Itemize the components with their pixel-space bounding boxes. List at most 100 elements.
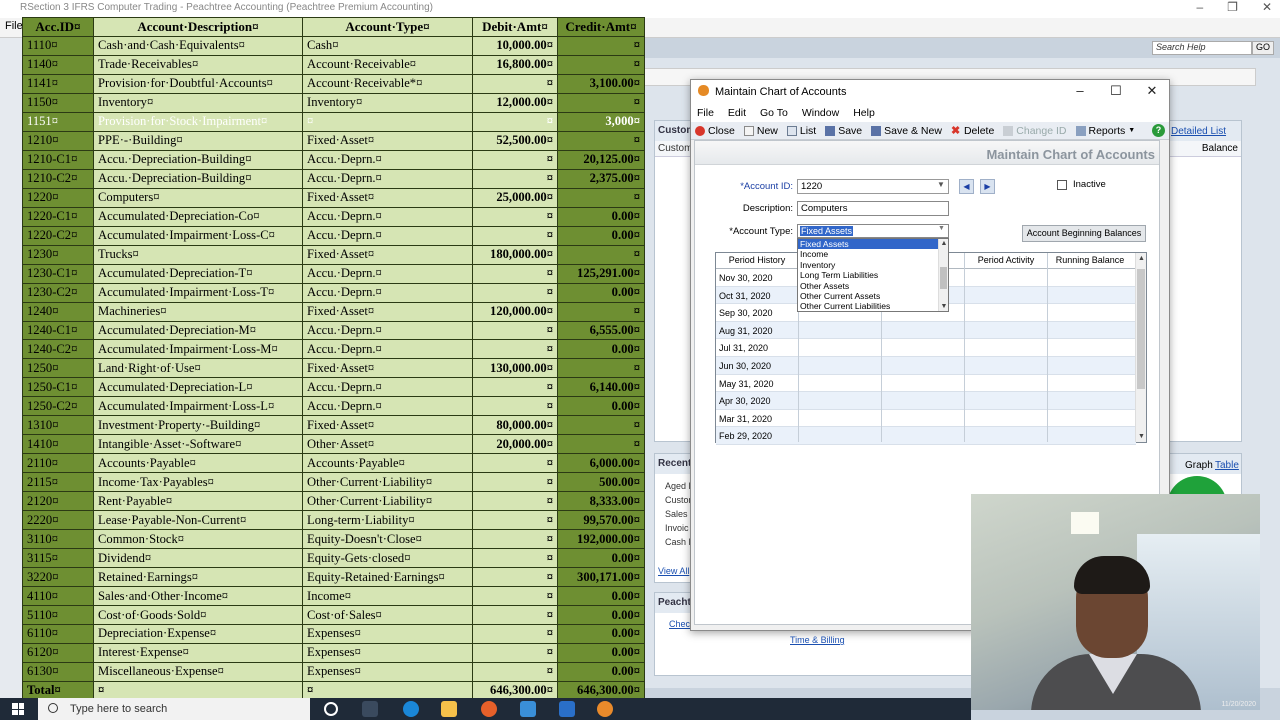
save-button[interactable]: Save xyxy=(825,125,862,137)
account-type-select[interactable]: Fixed Assets ▼ xyxy=(797,224,949,238)
inactive-checkbox[interactable] xyxy=(1057,180,1067,190)
minimize-icon[interactable]: – xyxy=(1066,83,1094,101)
account-description-cell: Machineries¤ xyxy=(93,301,303,322)
period-history-row[interactable]: Aug 31, 2020 xyxy=(716,321,1136,340)
save-and-new-button[interactable]: Save & New xyxy=(871,125,942,137)
debit-amt-cell: ¤ xyxy=(472,624,558,644)
credit-amt-cell: 500.00¤ xyxy=(557,472,645,493)
help-icon[interactable]: ? xyxy=(1152,124,1165,137)
period-date: Jun 30, 2020 xyxy=(719,361,772,371)
previous-record-button[interactable]: ◀ xyxy=(959,179,974,194)
period-activity-header-cell: Period Activity xyxy=(977,255,1035,265)
period-history-row[interactable]: May 31, 2020 xyxy=(716,375,1136,393)
chevron-down-icon[interactable]: ▼ xyxy=(936,225,947,237)
windows-start-icon[interactable] xyxy=(12,703,24,715)
edge-icon[interactable] xyxy=(403,701,419,717)
acc-id-cell: 2220¤ xyxy=(22,510,94,531)
grid-scrollbar[interactable]: ▲ ▼ xyxy=(1135,253,1146,442)
description-input[interactable]: Computers xyxy=(797,201,949,216)
next-record-button[interactable]: ▶ xyxy=(980,179,995,194)
view-all-link[interactable]: View All xyxy=(658,566,689,576)
account-type-option[interactable]: Other Assets xyxy=(798,281,948,291)
detailed-list-link[interactable]: Detailed List xyxy=(1171,126,1226,137)
table-row: 1240-C1¤ Accumulated·Depreciation-M¤ Accu.… xyxy=(22,320,645,341)
reports-icon xyxy=(1075,125,1086,136)
recent-item[interactable]: Invoic xyxy=(665,523,689,533)
table-row: 1250¤ Land·Right·of·Use¤ Fixed·Asset¤ 130,0… xyxy=(22,358,645,379)
account-type-option[interactable]: Long Term Liabilities xyxy=(798,270,948,280)
period-history-row[interactable]: Feb 29, 2020 xyxy=(716,427,1136,445)
graph-tab[interactable]: Graph xyxy=(1185,460,1213,471)
save-label: Save xyxy=(838,124,863,137)
dropdown-scrollbar[interactable]: ▲ ▼ xyxy=(938,239,948,311)
task-view-icon[interactable] xyxy=(362,701,378,717)
maximize-button[interactable]: ❐ xyxy=(1227,0,1238,18)
account-description-cell: Rent·Payable¤ xyxy=(93,491,303,512)
account-type-option[interactable]: Other Current Assets xyxy=(798,291,948,301)
taskbar-search-box[interactable]: Type here to search xyxy=(38,698,310,720)
account-type-cell: Accu.·Deprn.¤ xyxy=(302,149,473,170)
close-button[interactable]: ✕ xyxy=(1262,0,1272,18)
help-search-input[interactable]: Search Help xyxy=(1152,41,1252,55)
account-type-option[interactable]: Inventory xyxy=(798,260,948,270)
word-icon[interactable] xyxy=(559,701,575,717)
period-history-row[interactable]: Apr 30, 2020 xyxy=(716,392,1136,410)
credit-amt-cell: ¤ xyxy=(557,358,645,379)
reports-button[interactable]: Reports ▼ xyxy=(1075,125,1135,137)
menu-file[interactable]: File xyxy=(5,20,23,32)
debit-amt-cell: ¤ xyxy=(472,111,558,132)
table-tab[interactable]: Table xyxy=(1215,460,1239,471)
account-beginning-balances-button[interactable]: Account Beginning Balances xyxy=(1022,225,1146,242)
acc-id-cell: 3110¤ xyxy=(22,529,94,550)
account-type-cell: Accu.·Deprn.¤ xyxy=(302,282,473,303)
chevron-down-icon[interactable]: ▼ xyxy=(935,180,947,193)
menu-go-to[interactable]: Go To xyxy=(760,107,788,119)
change-id-button[interactable]: Change ID xyxy=(1003,125,1067,137)
scrollbar-thumb[interactable] xyxy=(940,267,947,289)
menu-file[interactable]: File xyxy=(697,107,714,119)
menu-edit[interactable]: Edit xyxy=(728,107,746,119)
maximize-icon[interactable]: ☐ xyxy=(1102,83,1130,101)
acc-id-cell: 6120¤ xyxy=(22,642,94,663)
chevron-down-icon[interactable]: ▼ xyxy=(1136,433,1147,440)
acc-id-cell: 1310¤ xyxy=(22,415,94,436)
time-and-billing-link[interactable]: Time & Billing xyxy=(790,635,845,645)
firefox-icon[interactable] xyxy=(481,701,497,717)
minimize-button[interactable]: – xyxy=(1196,0,1203,18)
peachtree-taskbar-icon[interactable] xyxy=(597,701,613,717)
list-button[interactable]: List xyxy=(786,125,816,137)
account-id-input[interactable]: 1220 xyxy=(797,179,949,194)
chevron-up-icon[interactable]: ▲ xyxy=(1136,255,1147,262)
account-type-cell: Accu.·Deprn.¤ xyxy=(302,339,473,360)
chevron-down-icon[interactable]: ▼ xyxy=(939,303,949,310)
credit-amt-cell: 0.00¤ xyxy=(557,624,645,644)
delete-button[interactable]: ✖ Delete xyxy=(951,125,994,137)
close-icon[interactable]: ✕ xyxy=(1138,83,1166,101)
help-search-go-button[interactable]: GO xyxy=(1252,41,1274,55)
windows-taskbar: Type here to search xyxy=(0,698,971,720)
account-type-option[interactable]: Other Current Liabilities xyxy=(798,301,948,311)
account-type-cell: Expenses¤ xyxy=(302,624,473,644)
scrollbar-thumb[interactable] xyxy=(1137,269,1145,389)
cortana-icon[interactable] xyxy=(324,702,338,716)
debit-amt-cell: ¤ xyxy=(472,320,558,341)
table-row: 6110¤ Depreciation·Expense¤ Expenses¤ ¤ 0.00… xyxy=(22,624,645,644)
file-explorer-icon[interactable] xyxy=(441,701,457,717)
chevron-up-icon[interactable]: ▲ xyxy=(939,240,949,247)
period-history-row[interactable]: Mar 31, 2020 xyxy=(716,410,1136,428)
account-type-option[interactable]: Income xyxy=(798,249,948,259)
mail-icon[interactable] xyxy=(520,701,536,717)
debit-amt-cell: ¤ xyxy=(472,168,558,189)
account-description-cell: Provision·for·Doubtful·Accounts¤ xyxy=(93,73,303,94)
period-history-row[interactable]: Jul 31, 2020 xyxy=(716,339,1136,357)
balance-column-header: Balance xyxy=(1201,143,1238,154)
period-history-row[interactable]: Jun 30, 2020 xyxy=(716,357,1136,375)
peachtree-icon xyxy=(698,85,709,96)
account-type-option[interactable]: Fixed Assets xyxy=(798,239,948,250)
new-button[interactable]: New xyxy=(743,125,778,137)
debit-amt-cell: ¤ xyxy=(472,661,558,682)
menu-window[interactable]: Window xyxy=(802,107,839,119)
save-new-icon xyxy=(871,125,882,136)
menu-help[interactable]: Help xyxy=(853,107,875,119)
close-button[interactable]: Close xyxy=(695,125,735,137)
